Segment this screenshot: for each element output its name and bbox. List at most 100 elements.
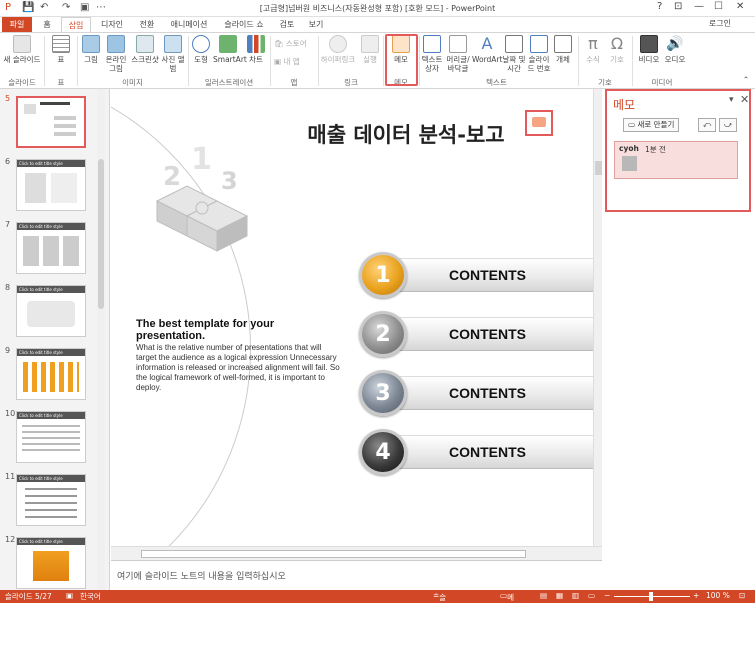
action-button[interactable]: 실행	[358, 35, 382, 64]
header-footer-icon	[449, 35, 467, 53]
login-link[interactable]: 로그인	[709, 18, 731, 29]
group-tables-label: 표	[57, 78, 65, 87]
tab-design[interactable]: 디자인	[94, 17, 130, 32]
online-picture-icon	[107, 35, 125, 53]
thumbnail-image: Click to edit title style	[16, 537, 86, 589]
hyperlink-icon	[329, 35, 347, 53]
scrollbar-thumb[interactable]	[98, 159, 104, 309]
zoom-in-icon[interactable]: +	[693, 591, 699, 600]
language-indicator[interactable]: 한국어	[80, 591, 101, 602]
online-picture-button[interactable]: 온라인 그림	[103, 35, 129, 73]
group-illustrations-label: 일러스트레이션	[204, 78, 254, 87]
slide-vertical-scrollbar[interactable]	[593, 89, 602, 546]
tab-animations[interactable]: 애니메이션	[164, 17, 214, 32]
maximize-button[interactable]: ☐	[714, 1, 723, 12]
shapes-button[interactable]: 도형	[191, 35, 211, 64]
thumbnail-scrollbar[interactable]	[97, 89, 105, 590]
equation-button[interactable]: π 수식	[582, 34, 604, 65]
symbol-button[interactable]: Ω 기호	[606, 34, 628, 65]
slide-body-textbox[interactable]: The best template for your presentation.…	[136, 318, 341, 393]
next-comment-button[interactable]: ⤻	[719, 118, 737, 132]
collapse-ribbon-icon[interactable]: ⌃	[741, 75, 751, 84]
contents-item-3[interactable]: 3 CONTENTS	[359, 370, 593, 416]
object-icon	[554, 35, 572, 53]
normal-view-icon[interactable]: ▤	[540, 591, 547, 600]
group-apps-label: 앱	[290, 78, 298, 87]
tab-transitions[interactable]: 전환	[133, 17, 161, 32]
slide-horizontal-scrollbar[interactable]	[111, 546, 602, 560]
textbox-button[interactable]: 텍스트 상자	[420, 35, 444, 73]
my-apps-button[interactable]: ▣ 내 앱	[274, 57, 314, 66]
chart-button[interactable]: 차트	[245, 35, 267, 64]
ribbon-display-options-button[interactable]: ⊡	[674, 1, 682, 12]
date-time-button[interactable]: 날짜 및 시간	[502, 35, 526, 73]
photo-album-button[interactable]: 사진 앨범	[161, 35, 185, 73]
contents-item-2[interactable]: 2 CONTENTS	[359, 311, 593, 357]
slide-number-button[interactable]: 슬라이드 번호	[527, 35, 551, 73]
table-button[interactable]: 표	[48, 35, 74, 64]
memo-toggle[interactable]: ▭ 메모	[500, 591, 514, 613]
comment-marker-icon[interactable]	[525, 110, 553, 136]
comment-time: 1분 전	[645, 145, 666, 154]
omega-icon: Ω	[610, 34, 624, 53]
zoom-level[interactable]: 100 %	[706, 591, 730, 600]
reading-view-icon[interactable]: ▥	[572, 591, 579, 600]
hyperlink-button[interactable]: 하이퍼링크	[320, 35, 356, 64]
contents-item-1[interactable]: 1 CONTENTS	[359, 252, 593, 298]
header-footer-button[interactable]: 머리글/바닥글	[444, 35, 472, 73]
wordart-button[interactable]: A WordArt	[472, 34, 502, 65]
contents-label: CONTENTS	[449, 444, 526, 460]
group-media-label: 미디어	[651, 78, 673, 87]
spellcheck-icon[interactable]: ▣	[66, 591, 73, 600]
minimize-button[interactable]: —	[694, 1, 704, 12]
contents-label: CONTENTS	[449, 326, 526, 342]
help-button[interactable]: ?	[657, 1, 662, 12]
scrollbar-thumb[interactable]	[141, 550, 526, 558]
zoom-slider-thumb[interactable]	[649, 592, 653, 601]
puzzle-image[interactable]: 2 1 3	[147, 141, 262, 256]
slide-sorter-icon[interactable]: ▦	[556, 591, 563, 600]
previous-comment-button[interactable]: ⤺	[698, 118, 716, 132]
wordart-icon: A	[481, 34, 493, 53]
slideshow-icon[interactable]: ▭	[588, 591, 595, 600]
tab-review[interactable]: 검토	[274, 17, 300, 32]
thumbnail-image: Click to edit title style	[16, 348, 86, 400]
comment-item[interactable]: cyoh 1분 전	[614, 141, 738, 179]
comment-author: cyoh	[619, 144, 639, 153]
contents-item-4[interactable]: 4 CONTENTS	[359, 429, 593, 475]
notes-toggle[interactable]: ≐ 슬라이드 노트	[433, 591, 446, 657]
screenshot-button[interactable]: 스크린샷	[130, 35, 160, 64]
fit-to-window-icon[interactable]: ⊡	[739, 591, 745, 600]
picture-button[interactable]: 그림	[80, 35, 102, 64]
group-images-label: 이미지	[122, 78, 143, 87]
close-pane-icon[interactable]: ✕	[740, 93, 749, 106]
thumbnail-image: Click to edit title style	[16, 285, 86, 337]
close-button[interactable]: ✕	[736, 1, 744, 12]
slide-title[interactable]: 매출 데이터 분석-보고	[271, 119, 541, 149]
smartart-button[interactable]: SmartArt	[213, 35, 247, 64]
ribbon-tabs: 파일 홈 삽입 디자인 전환 애니메이션 슬라이드 쇼 검토 보기	[0, 17, 755, 32]
new-comment-button[interactable]: ▭ 새로 만들기	[623, 118, 680, 132]
pi-icon: π	[588, 34, 598, 53]
calendar-icon	[505, 35, 523, 53]
video-button[interactable]: 비디오	[636, 35, 662, 64]
notes-pane[interactable]: 여기에 슬라이드 노트의 내용을 입력하십시오	[111, 560, 602, 590]
tab-slideshow[interactable]: 슬라이드 쇼	[217, 17, 271, 32]
audio-button[interactable]: 🔊 오디오	[662, 35, 688, 64]
svg-text:3: 3	[221, 167, 238, 195]
tab-home[interactable]: 홈	[36, 17, 58, 32]
divider	[318, 36, 319, 86]
tab-insert[interactable]: 삽입	[61, 17, 91, 32]
pane-options-icon[interactable]: ▾	[729, 95, 734, 105]
slide-canvas[interactable]: 매출 데이터 분석-보고 2 1 3 The best template for…	[111, 89, 593, 546]
tab-file[interactable]: 파일	[2, 17, 32, 32]
store-button[interactable]: 🛍 스토어	[274, 39, 314, 48]
slide-thumbnail-pane: 5 6 Click to edit title style 7 Click to…	[0, 89, 110, 590]
tab-view[interactable]: 보기	[303, 17, 329, 32]
object-button[interactable]: 개체	[553, 35, 573, 64]
new-slide-button[interactable]: 새 슬라이드	[3, 35, 41, 64]
scrollbar-thumb[interactable]	[595, 161, 602, 175]
number-badge: 2	[359, 311, 407, 357]
zoom-out-icon[interactable]: −	[604, 591, 610, 600]
divider	[383, 36, 384, 86]
